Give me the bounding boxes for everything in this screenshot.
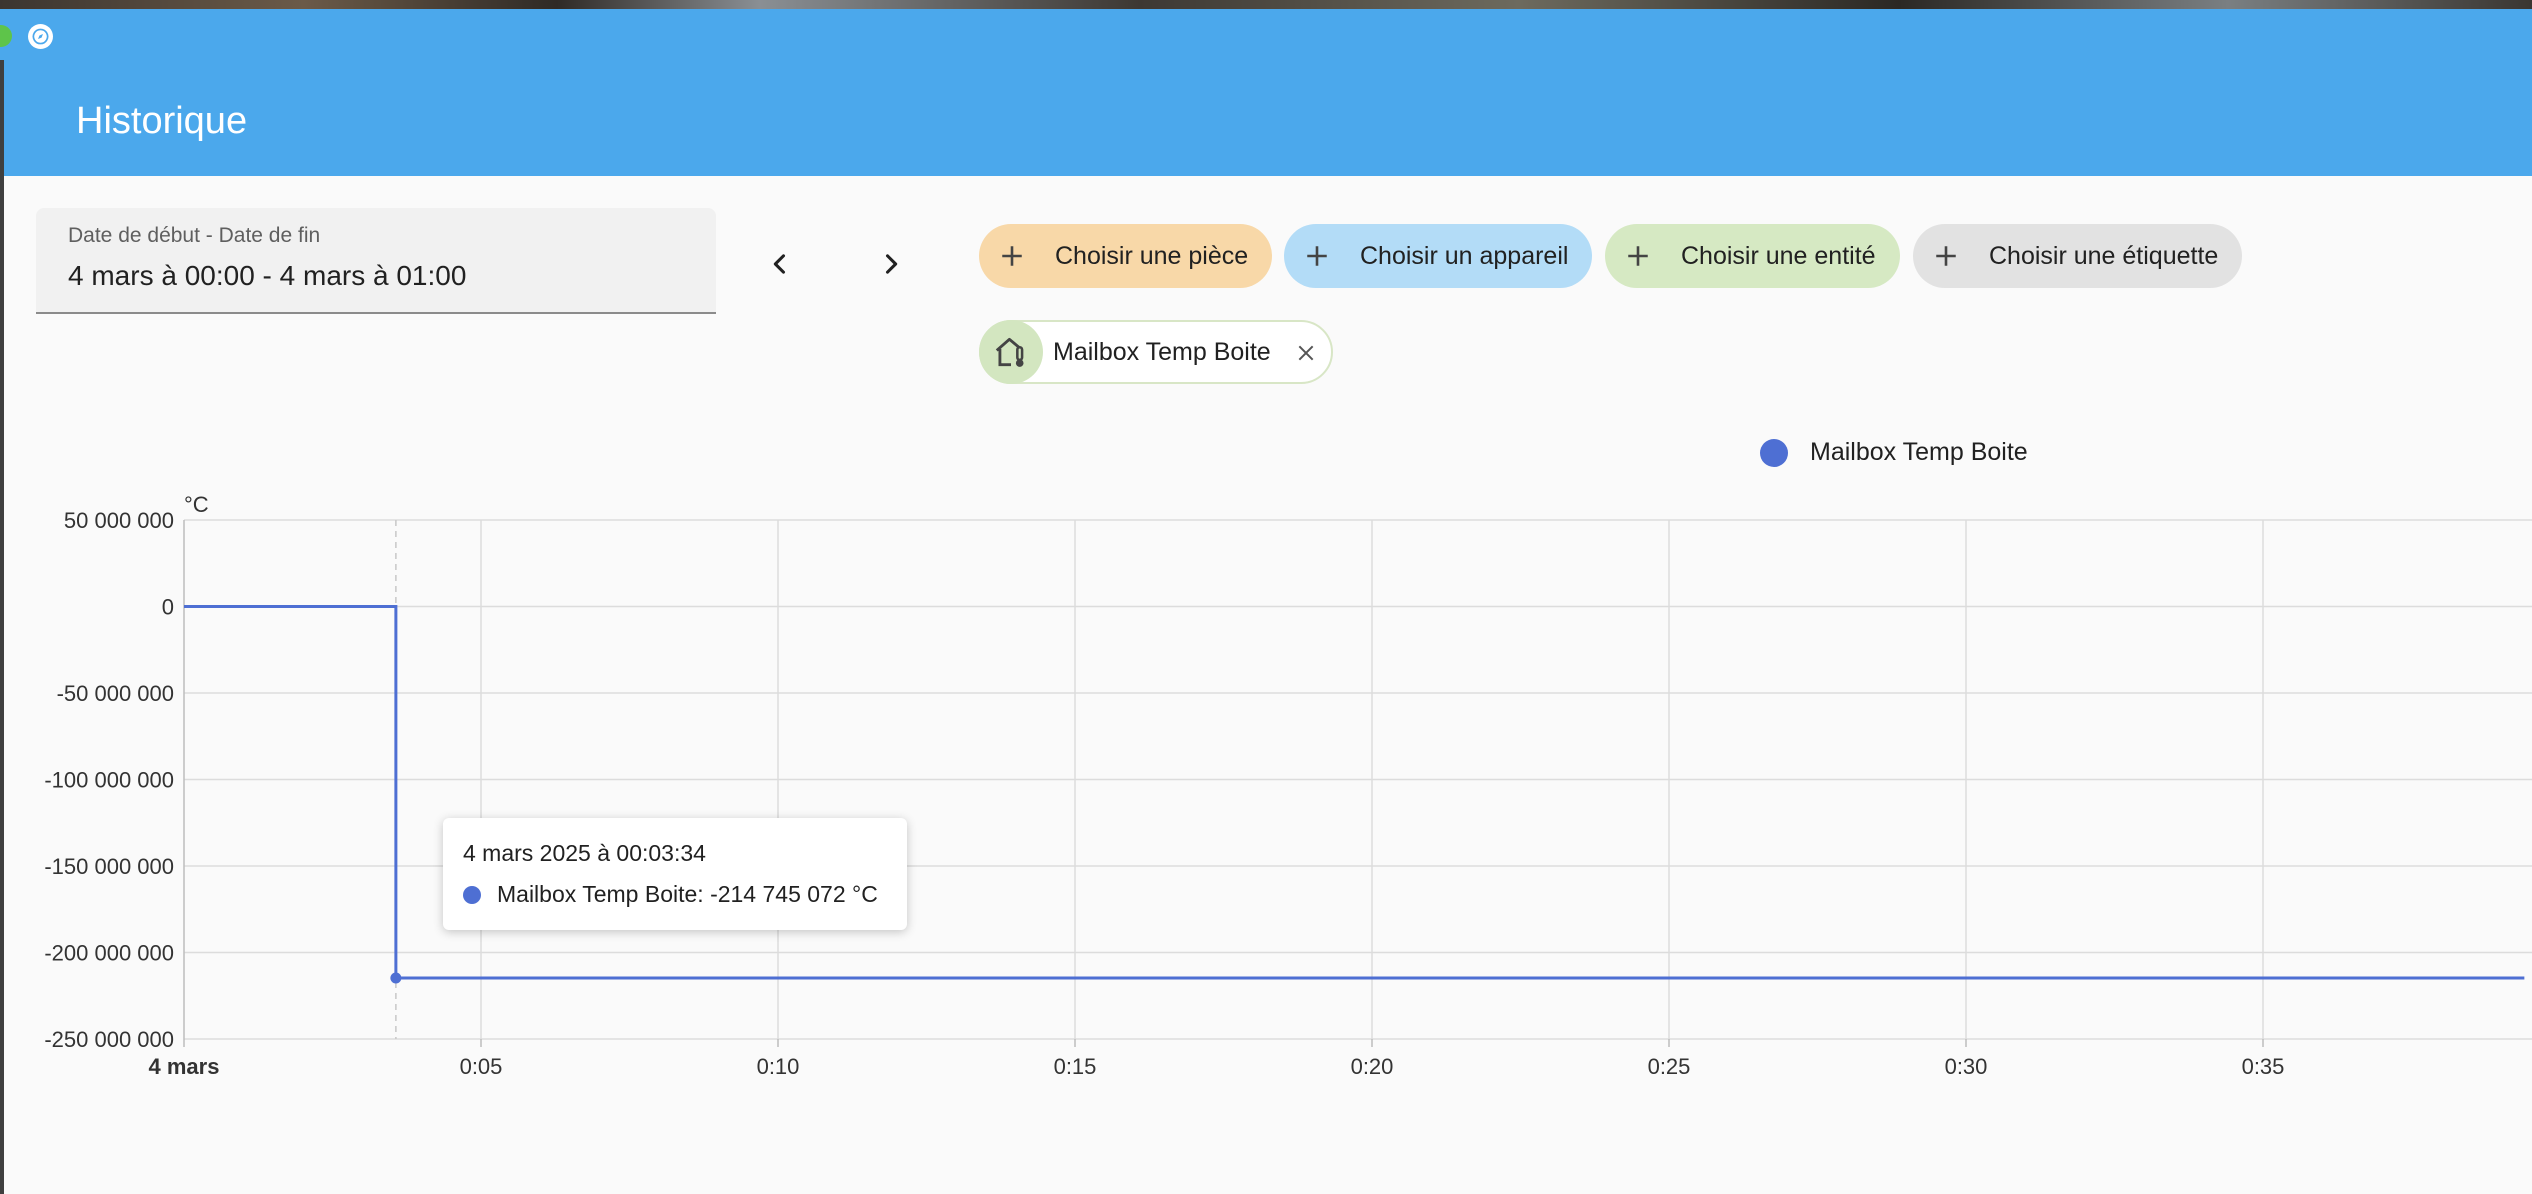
next-range-button[interactable] <box>863 236 919 292</box>
x-tick-label: 0:30 <box>1945 1054 1988 1079</box>
x-tick-label: 0:10 <box>757 1054 800 1079</box>
y-tick-label: 50 000 000 <box>64 508 174 533</box>
selected-entity-chip[interactable]: Mailbox Temp Boite <box>979 320 1333 384</box>
chart-tooltip: 4 mars 2025 à 00:03:34 Mailbox Temp Boit… <box>443 818 907 930</box>
x-tick-label: 0:15 <box>1054 1054 1097 1079</box>
tooltip-data-point <box>390 972 402 984</box>
y-tick-label: -150 000 000 <box>44 854 174 879</box>
y-tick-label: -100 000 000 <box>44 768 174 793</box>
plus-icon <box>995 239 1029 273</box>
choose-entity-label: Choisir une entité <box>1681 241 1876 270</box>
x-tick-label: 0:20 <box>1351 1054 1394 1079</box>
x-tick-label: 0:05 <box>460 1054 503 1079</box>
choose-label-chip[interactable]: Choisir une étiquette <box>1913 224 2243 288</box>
y-tick-label: -50 000 000 <box>57 681 174 706</box>
chart-legend-item[interactable]: Mailbox Temp Boite <box>1760 438 2028 467</box>
choose-area-label: Choisir une pièce <box>1055 241 1249 270</box>
home-thermometer-icon <box>979 320 1043 384</box>
close-icon <box>1298 345 1314 361</box>
choose-entity-chip[interactable]: Choisir une entité <box>1605 224 1900 288</box>
y-tick-label: -250 000 000 <box>44 1027 174 1052</box>
plus-icon <box>1621 239 1655 273</box>
x-tick-label: 0:35 <box>2242 1054 2285 1079</box>
x-tick-label: 0:25 <box>1648 1054 1691 1079</box>
selected-entity-label: Mailbox Temp Boite <box>1053 337 1271 366</box>
previous-range-button[interactable] <box>752 236 808 292</box>
date-range-field[interactable]: Date de début - Date de fin 4 mars à 00:… <box>36 208 716 314</box>
tooltip-series-dot-icon <box>463 885 481 904</box>
wallpaper-strip <box>0 0 2532 9</box>
y-tick-label: -200 000 000 <box>44 941 174 966</box>
plus-icon <box>1300 239 1334 273</box>
y-axis-unit-label: °C <box>184 492 209 517</box>
compass-icon[interactable] <box>28 24 53 49</box>
x-tick-label: 4 mars <box>149 1054 220 1079</box>
legend-dot-icon <box>1760 438 1788 467</box>
chevron-right-icon <box>885 254 898 274</box>
tooltip-date: 4 mars 2025 à 00:03:34 <box>463 840 706 866</box>
choose-area-chip[interactable]: Choisir une pièce <box>979 224 1273 288</box>
history-chart[interactable]: °C 50 000 000 0 -50 000 000 -100 000 000 -150… <box>0 480 2532 1120</box>
page-title: Historique <box>76 100 248 142</box>
legend-label: Mailbox Temp Boite <box>1810 438 2028 466</box>
remove-entity-button[interactable] <box>1289 336 1323 370</box>
choose-label-label: Choisir une étiquette <box>1989 241 2219 270</box>
date-range-value: 4 mars à 00:00 - 4 mars à 01:00 <box>68 260 467 291</box>
date-range-label: Date de début - Date de fin <box>68 224 321 247</box>
chevron-left-icon <box>773 254 786 274</box>
choose-device-chip[interactable]: Choisir un appareil <box>1284 224 1593 288</box>
tooltip-value: Mailbox Temp Boite: -214 745 072 °C <box>497 881 878 907</box>
plus-icon <box>1929 239 1963 273</box>
choose-device-label: Choisir un appareil <box>1360 241 1569 270</box>
app-header <box>0 9 2532 176</box>
y-tick-label: 0 <box>162 595 174 620</box>
